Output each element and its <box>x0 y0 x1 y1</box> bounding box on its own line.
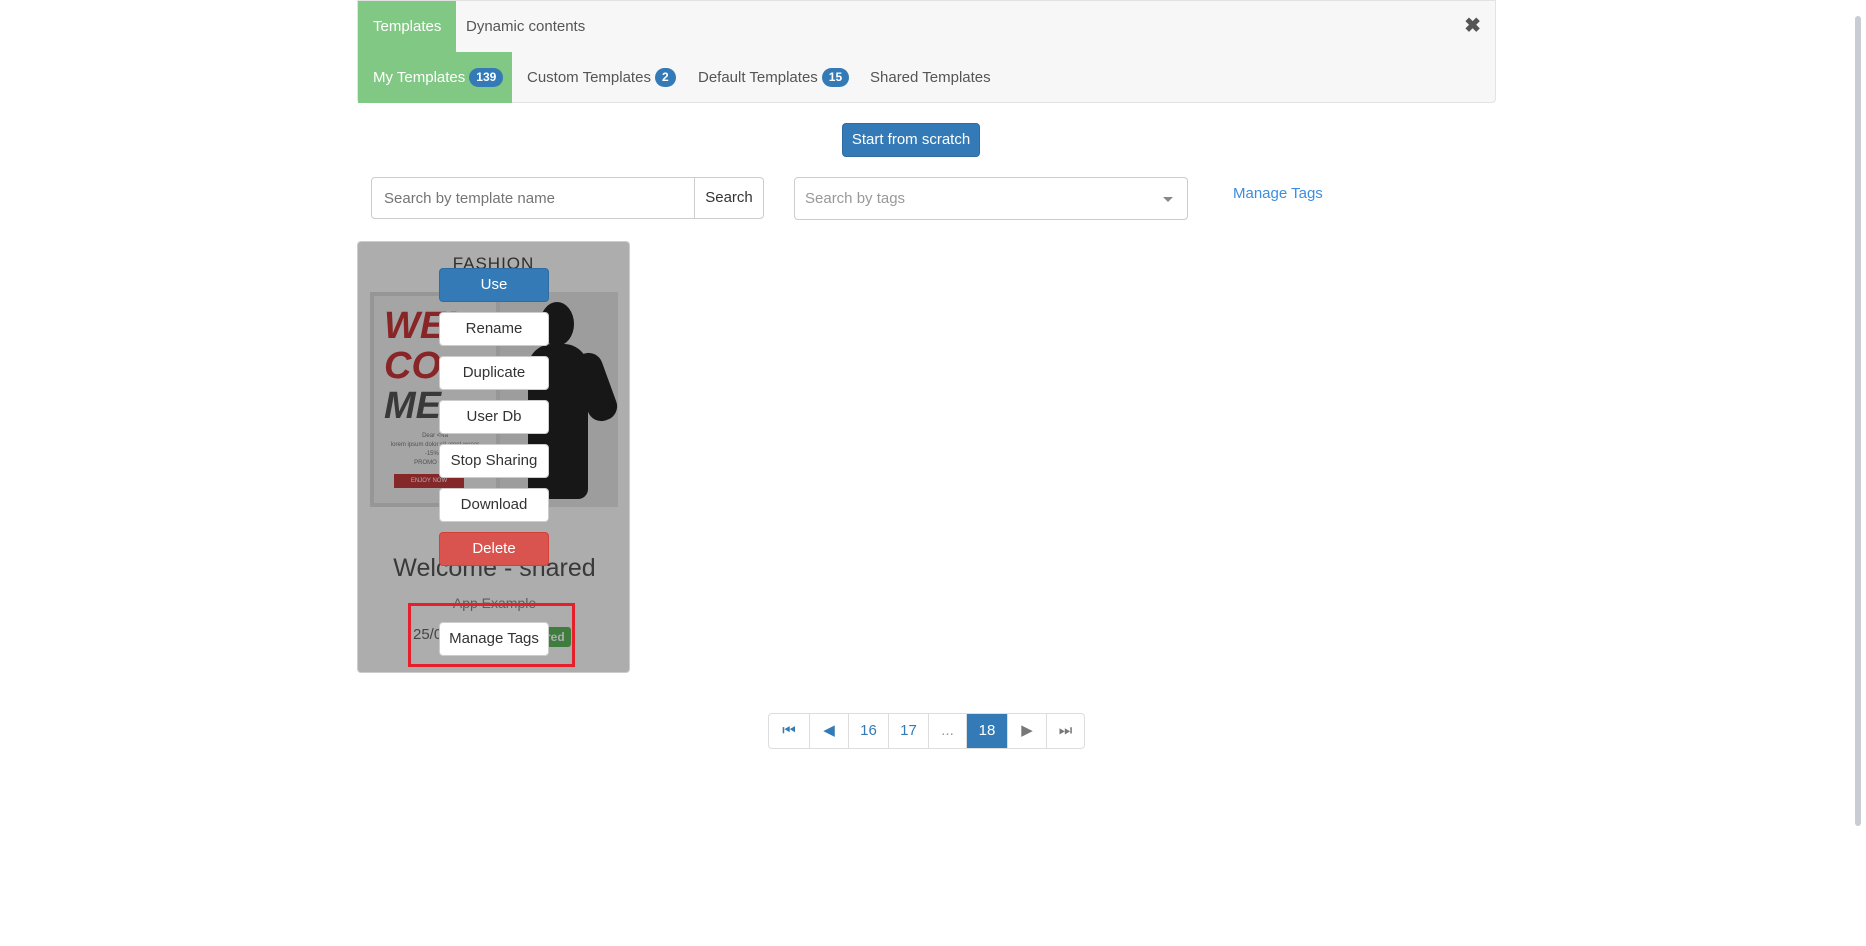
page-ellipsis: ... <box>928 714 966 748</box>
last-page-icon[interactable]: ⏭ <box>1046 714 1084 748</box>
close-icon[interactable]: ✖ <box>1464 13 1481 38</box>
page-16[interactable]: 16 <box>848 714 888 748</box>
caret-down-icon <box>1163 197 1173 202</box>
duplicate-button[interactable]: Duplicate <box>439 356 549 390</box>
tags-placeholder: Search by tags <box>805 190 906 207</box>
search-button[interactable]: Search <box>694 177 764 219</box>
first-page-icon[interactable]: ⏮ <box>769 714 809 748</box>
count-badge: 15 <box>821 68 850 87</box>
tags-search-select[interactable]: Search by tags <box>794 177 1188 220</box>
tab-default-templates[interactable]: Default Templates 15 <box>683 52 864 103</box>
previous-page-icon[interactable]: ◀ <box>809 714 848 748</box>
download-button[interactable]: Download <box>439 488 549 522</box>
stop-sharing-button[interactable]: Stop Sharing <box>439 444 549 478</box>
rename-button[interactable]: Rename <box>439 312 549 346</box>
manage-tags-link[interactable]: Manage Tags <box>1233 185 1323 202</box>
use-button[interactable]: Use <box>439 268 549 302</box>
user-db-button[interactable]: User Db <box>439 400 549 434</box>
scrollbar-thumb[interactable] <box>1855 16 1861 826</box>
tab-dynamic-contents[interactable]: Dynamic contents <box>451 1 600 52</box>
tab-label: Default Templates <box>698 69 818 86</box>
page-17[interactable]: 17 <box>888 714 928 748</box>
start-from-scratch-button[interactable]: Start from scratch <box>842 123 980 157</box>
tab-shared-templates[interactable]: Shared Templates <box>855 52 1006 103</box>
count-badge: 2 <box>654 68 676 87</box>
highlight-box <box>408 603 575 667</box>
tab-custom-templates[interactable]: Custom Templates 2 <box>512 52 691 103</box>
tab-label: Custom Templates <box>527 69 651 86</box>
delete-button[interactable]: Delete <box>439 532 549 566</box>
count-badge: 139 <box>469 68 504 87</box>
next-page-icon[interactable]: ▶ <box>1007 714 1046 748</box>
tab-templates[interactable]: Templates <box>358 1 457 52</box>
tab-label: My Templates <box>373 69 466 86</box>
page-18[interactable]: 18 <box>966 714 1007 748</box>
tab-my-templates[interactable]: My Templates 139 <box>358 52 512 103</box>
template-name-search-input[interactable] <box>371 177 695 219</box>
scrollbar[interactable] <box>1852 0 1866 946</box>
pagination: ⏮ ◀ 16 17 ... 18 ▶ ⏭ <box>768 713 1085 749</box>
template-panel-header: Templates Dynamic contents My Templates 1… <box>357 0 1496 103</box>
